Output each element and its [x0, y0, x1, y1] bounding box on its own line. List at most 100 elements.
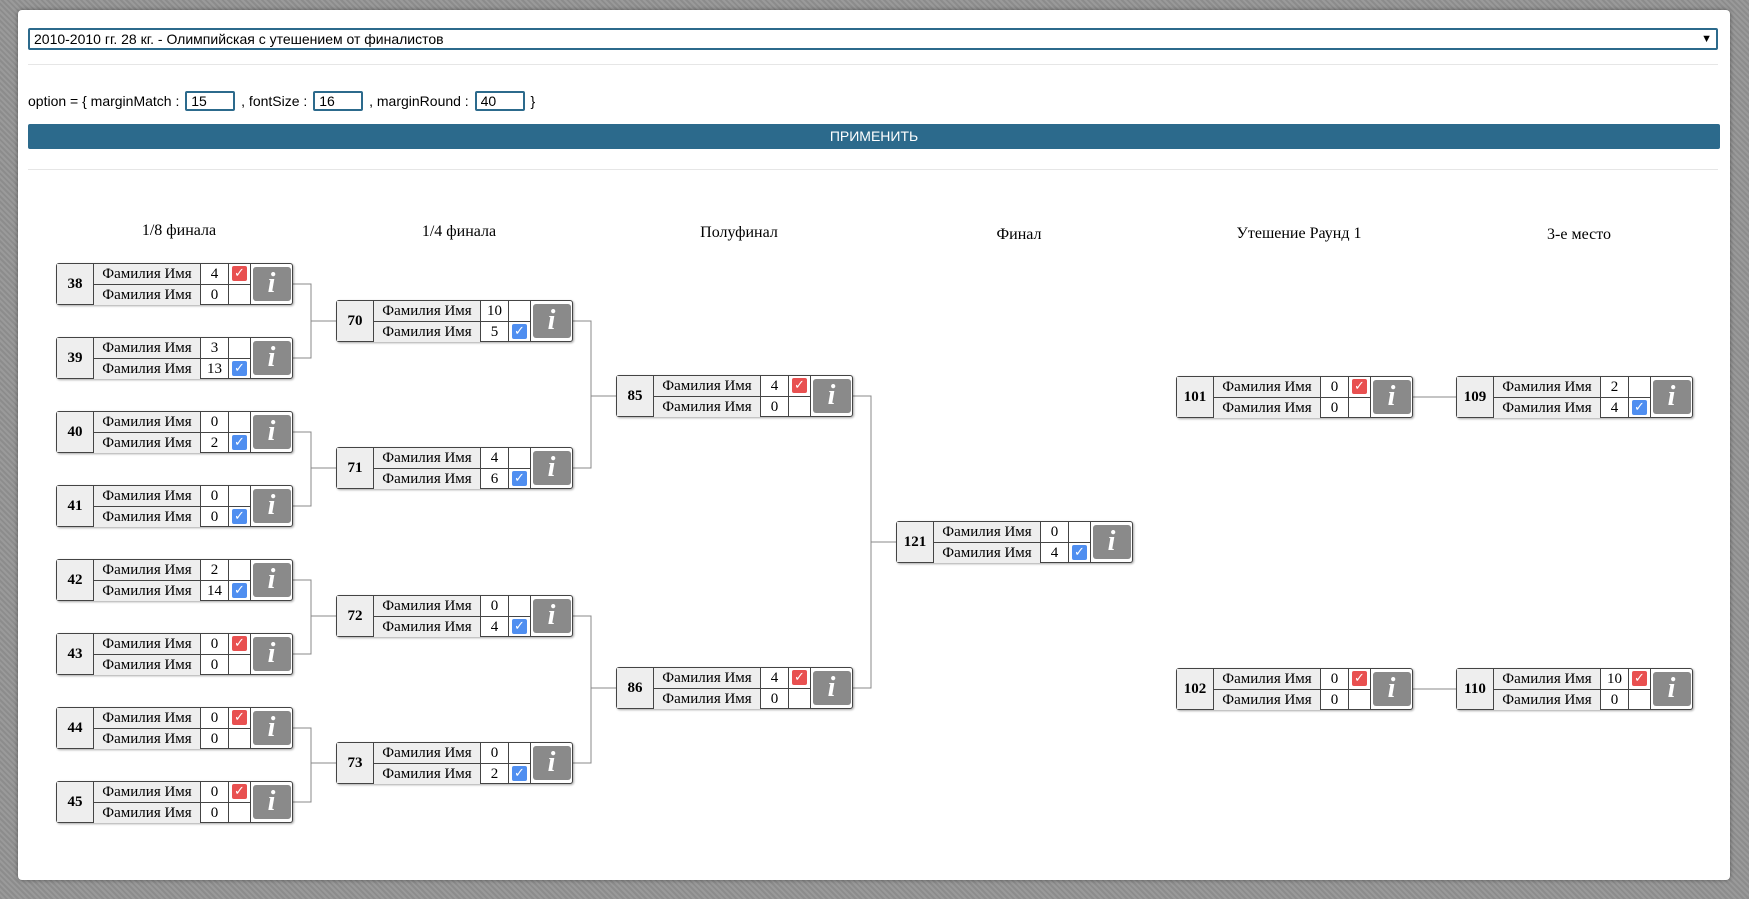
participant-score: 2	[1601, 377, 1629, 397]
info-icon[interactable]: i	[252, 267, 291, 301]
info-cell: i	[1651, 377, 1692, 417]
info-cell: i	[811, 668, 852, 708]
participant-score: 0	[761, 689, 789, 709]
info-icon[interactable]: i	[1092, 525, 1131, 559]
winner-cell	[229, 338, 251, 358]
participant-row[interactable]: Фамилия Имя 14 ✓	[94, 581, 251, 601]
participant-row[interactable]: Фамилия Имя 10 ✓	[1494, 669, 1651, 690]
match-participants: Фамилия Имя 4 Фамилия Имя 6 ✓	[374, 448, 531, 489]
info-cell: i	[531, 301, 572, 341]
info-icon[interactable]: i	[532, 304, 571, 338]
participant-row[interactable]: Фамилия Имя 6 ✓	[374, 469, 531, 489]
participant-row[interactable]: Фамилия Имя 0 ✓	[1214, 669, 1371, 690]
round-title: Утешение Раунд 1	[1236, 225, 1362, 242]
info-cell: i	[811, 376, 852, 416]
winner-cell	[1629, 377, 1651, 397]
participant-score: 3	[201, 338, 229, 358]
participant-row[interactable]: Фамилия Имя 0	[374, 596, 531, 617]
match-number: 42	[57, 560, 94, 600]
winner-check-icon: ✓	[512, 619, 527, 634]
participant-name: Фамилия Имя	[1494, 690, 1601, 710]
participant-row[interactable]: Фамилия Имя 0	[1214, 690, 1371, 710]
info-cell: i	[251, 782, 292, 822]
match-number: 110	[1457, 669, 1494, 709]
participant-row[interactable]: Фамилия Имя 0	[934, 522, 1091, 543]
participant-row[interactable]: Фамилия Имя 0	[94, 729, 251, 749]
participant-row[interactable]: Фамилия Имя 0 ✓	[94, 507, 251, 527]
connector-line	[293, 579, 312, 655]
winner-cell: ✓	[789, 668, 811, 688]
info-icon[interactable]: i	[1652, 672, 1691, 706]
info-icon[interactable]: i	[252, 563, 291, 597]
participant-score: 0	[201, 782, 229, 802]
info-icon[interactable]: i	[252, 785, 291, 819]
connector-line	[573, 615, 592, 764]
participant-row[interactable]: Фамилия Имя 2 ✓	[374, 764, 531, 784]
participant-row[interactable]: Фамилия Имя 13 ✓	[94, 359, 251, 379]
participant-row[interactable]: Фамилия Имя 0	[1214, 398, 1371, 418]
participant-name: Фамилия Имя	[654, 376, 761, 396]
participant-row[interactable]: Фамилия Имя 4 ✓	[94, 264, 251, 285]
participant-score: 0	[201, 803, 229, 823]
participant-name: Фамилия Имя	[934, 522, 1041, 542]
round-title: Финал	[996, 226, 1042, 243]
participant-score: 0	[1041, 522, 1069, 542]
winner-cell: ✓	[229, 264, 251, 284]
participant-name: Фамилия Имя	[374, 469, 481, 489]
participant-row[interactable]: Фамилия Имя 0	[94, 803, 251, 823]
info-cell: i	[531, 743, 572, 783]
participant-row[interactable]: Фамилия Имя 0 ✓	[94, 782, 251, 803]
participant-row[interactable]: Фамилия Имя 2	[1494, 377, 1651, 398]
participant-row[interactable]: Фамилия Имя 0	[374, 743, 531, 764]
participant-row[interactable]: Фамилия Имя 0	[94, 412, 251, 433]
info-icon[interactable]: i	[1372, 380, 1411, 414]
participant-row[interactable]: Фамилия Имя 0 ✓	[94, 634, 251, 655]
participant-row[interactable]: Фамилия Имя 4 ✓	[654, 376, 811, 397]
participant-row[interactable]: Фамилия Имя 2	[94, 560, 251, 581]
winner-cell: ✓	[1629, 398, 1651, 418]
participant-row[interactable]: Фамилия Имя 10	[374, 301, 531, 322]
participant-row[interactable]: Фамилия Имя 0	[1494, 690, 1651, 710]
info-icon[interactable]: i	[252, 711, 291, 745]
match-card: 38 Фамилия Имя 4 ✓ Фамилия Имя 0 i	[56, 263, 293, 305]
participant-row[interactable]: Фамилия Имя 0 ✓	[1214, 377, 1371, 398]
match-participants: Фамилия Имя 10 ✓ Фамилия Имя 0	[1494, 669, 1651, 710]
info-icon[interactable]: i	[532, 746, 571, 780]
info-icon[interactable]: i	[812, 671, 851, 705]
winner-check-icon: ✓	[1352, 671, 1367, 686]
info-icon[interactable]: i	[252, 489, 291, 523]
info-icon[interactable]: i	[252, 415, 291, 449]
participant-row[interactable]: Фамилия Имя 0	[94, 285, 251, 305]
participant-row[interactable]: Фамилия Имя 0	[654, 397, 811, 417]
participant-name: Фамилия Имя	[94, 412, 201, 432]
match-card: 42 Фамилия Имя 2 Фамилия Имя 14 ✓ i	[56, 559, 293, 601]
participant-row[interactable]: Фамилия Имя 4 ✓	[374, 617, 531, 637]
info-icon[interactable]: i	[252, 637, 291, 671]
winner-cell	[1069, 522, 1091, 542]
info-icon[interactable]: i	[532, 451, 571, 485]
participant-row[interactable]: Фамилия Имя 0	[94, 486, 251, 507]
winner-cell	[229, 285, 251, 305]
participant-row[interactable]: Фамилия Имя 4 ✓	[934, 543, 1091, 563]
participant-row[interactable]: Фамилия Имя 3	[94, 338, 251, 359]
info-icon[interactable]: i	[532, 599, 571, 633]
participant-name: Фамилия Имя	[94, 433, 201, 453]
match-card: 41 Фамилия Имя 0 Фамилия Имя 0 ✓ i	[56, 485, 293, 527]
participant-row[interactable]: Фамилия Имя 0	[94, 655, 251, 675]
winner-cell	[509, 301, 531, 321]
info-icon[interactable]: i	[1372, 672, 1411, 706]
participant-row[interactable]: Фамилия Имя 2 ✓	[94, 433, 251, 453]
info-icon[interactable]: i	[1652, 380, 1691, 414]
participant-score: 0	[1321, 377, 1349, 397]
participant-row[interactable]: Фамилия Имя 0	[654, 689, 811, 709]
participant-row[interactable]: Фамилия Имя 4	[374, 448, 531, 469]
info-icon[interactable]: i	[812, 379, 851, 413]
winner-cell	[509, 743, 531, 763]
info-icon[interactable]: i	[252, 341, 291, 375]
winner-cell: ✓	[509, 469, 531, 489]
participant-row[interactable]: Фамилия Имя 0 ✓	[94, 708, 251, 729]
participant-row[interactable]: Фамилия Имя 4 ✓	[654, 668, 811, 689]
participant-row[interactable]: Фамилия Имя 5 ✓	[374, 322, 531, 342]
participant-row[interactable]: Фамилия Имя 4 ✓	[1494, 398, 1651, 418]
participant-score: 0	[481, 743, 509, 763]
